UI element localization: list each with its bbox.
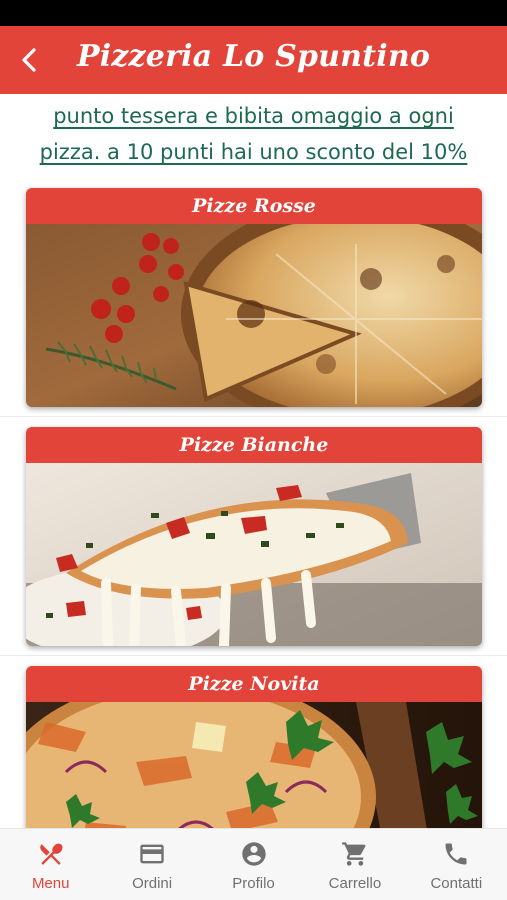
app-title: Pizzeria Lo Spuntino: [76, 39, 431, 74]
pizze-rosse-image: [26, 224, 482, 407]
credit-card-icon: [140, 844, 164, 864]
category-card-title: Pizze Rosse: [192, 195, 316, 217]
nav-item-menu[interactable]: Menu: [0, 829, 101, 900]
category-card-pizze-rosse[interactable]: Pizze Rosse: [26, 188, 482, 407]
category-card-pizze-bianche[interactable]: Pizze Bianche: [26, 427, 482, 646]
category-card-header: Pizze Bianche: [26, 427, 482, 463]
phone-icon: [445, 843, 467, 865]
nav-label: Ordini: [132, 875, 173, 892]
pizze-bianche-image: [26, 463, 482, 646]
cart-icon: [342, 842, 366, 866]
category-card-pizze-novita[interactable]: Pizze Novita: [26, 666, 482, 828]
divider: [0, 416, 507, 417]
nav-item-carrello[interactable]: Carrello: [304, 829, 405, 900]
app-bar: Pizzeria Lo Spuntino: [0, 26, 507, 94]
nav-item-profilo[interactable]: Profilo: [203, 829, 304, 900]
category-card-title: Pizze Novita: [188, 673, 320, 695]
category-card-header: Pizze Rosse: [26, 188, 482, 224]
nav-label: Profilo: [232, 875, 275, 892]
category-list: Pizze Rosse Pizze Bianche Pizze Novita: [0, 178, 507, 828]
nav-item-contatti[interactable]: Contatti: [406, 829, 507, 900]
fork-knife-icon: [39, 843, 63, 865]
category-card-title: Pizze Bianche: [179, 434, 329, 456]
category-card-header: Pizze Novita: [26, 666, 482, 702]
nav-item-ordini[interactable]: Ordini: [101, 829, 202, 900]
nav-label: Carrello: [328, 875, 382, 892]
status-bar: [0, 0, 507, 26]
account-circle-icon: [241, 842, 266, 866]
bottom-navigation: Menu Ordini Profilo Carrello Contatti: [0, 828, 507, 900]
nav-label: Contatti: [430, 875, 483, 892]
promo-link[interactable]: punto tessera e bibita omaggio a ogni pi…: [20, 98, 487, 170]
nav-label: Menu: [31, 875, 70, 892]
divider: [0, 655, 507, 656]
pizze-novita-image: [26, 702, 482, 828]
